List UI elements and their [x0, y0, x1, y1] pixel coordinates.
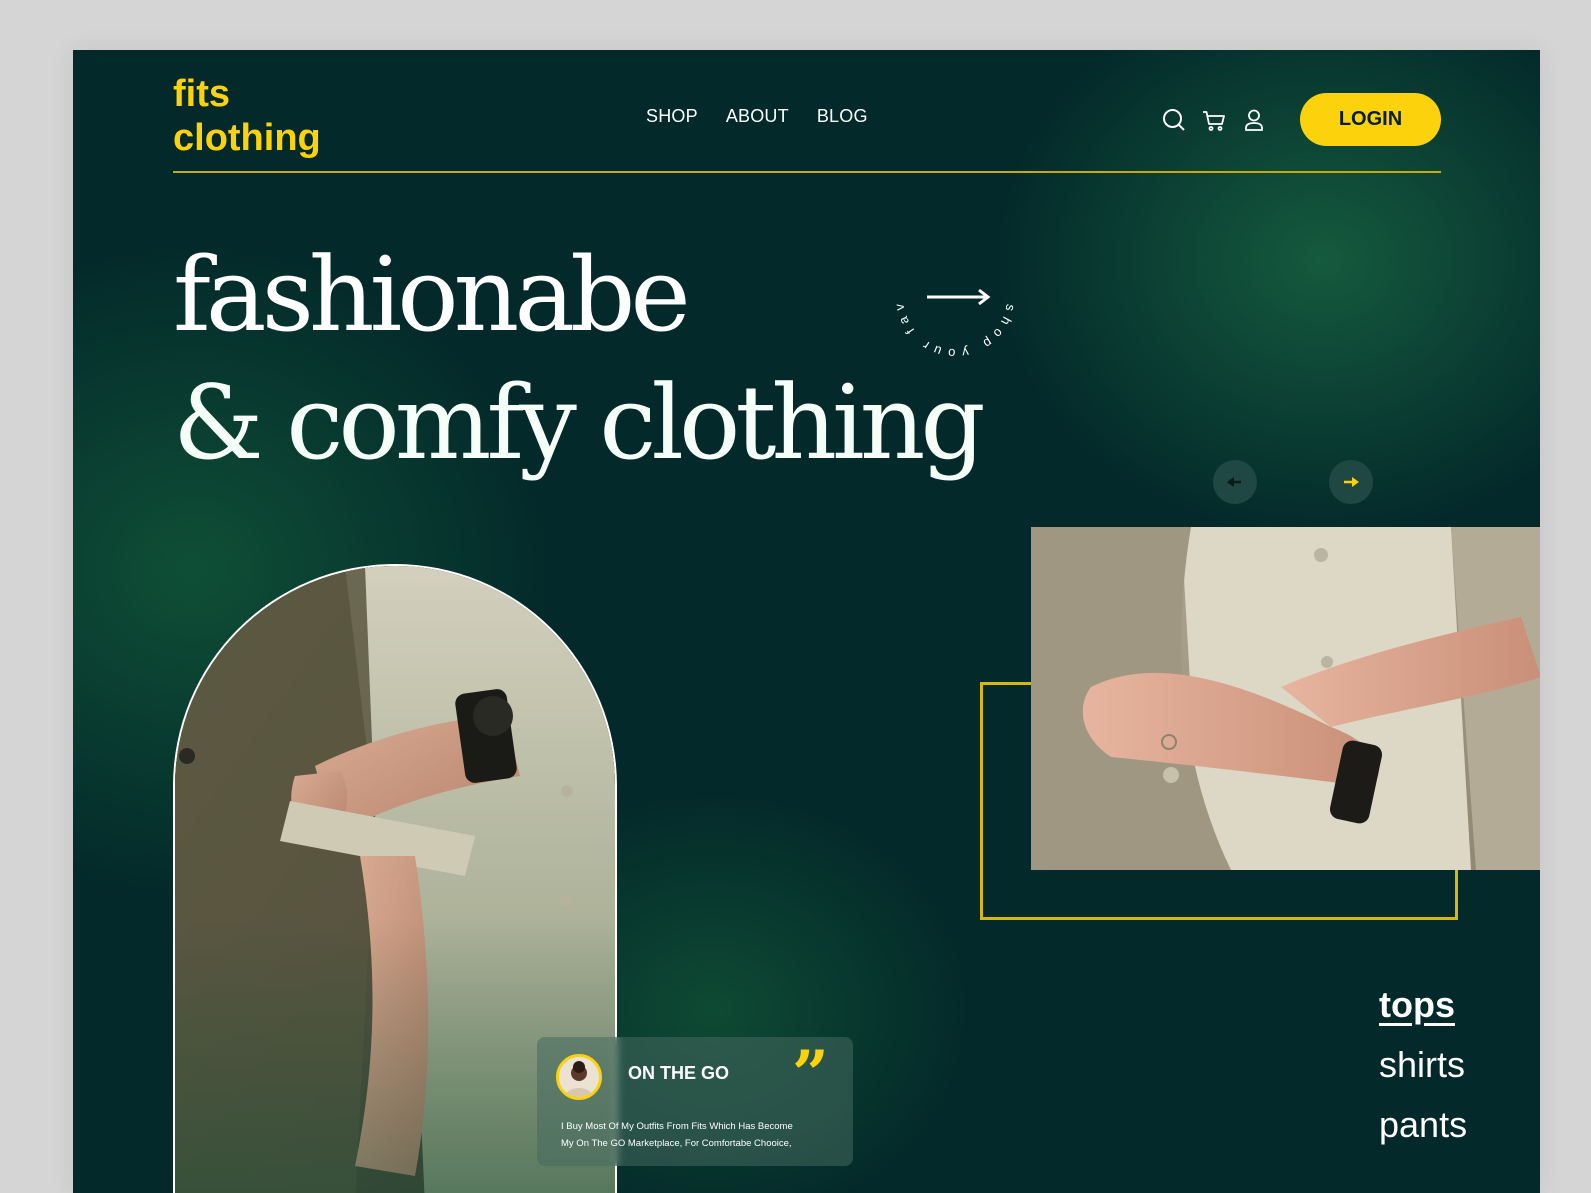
category-pants[interactable]: pants	[1379, 1095, 1467, 1155]
cart-icon[interactable]	[1201, 107, 1227, 133]
testimonial-title: ON THE GO	[628, 1063, 730, 1083]
brand-logo-line1: fits	[173, 73, 230, 115]
brand-logo[interactable]: fits clothing	[173, 72, 321, 160]
testimonial-body-line2: My On The GO Marketplace, For Comfortabe…	[561, 1138, 792, 1149]
category-list: tops shirts pants	[1379, 975, 1467, 1155]
login-button[interactable]: LOGIN	[1300, 93, 1441, 146]
nav-blog[interactable]: BLOG	[817, 106, 868, 127]
hero-headline: fashionabe & comfy clothing	[173, 232, 986, 488]
nav-about[interactable]: ABOUT	[726, 106, 789, 127]
slider-prev-button[interactable]	[1213, 460, 1257, 504]
category-shirts[interactable]: shirts	[1379, 1035, 1467, 1095]
brand-logo-line2: clothing	[173, 117, 321, 159]
hands-photo	[1031, 527, 1540, 870]
main-nav: SHOP ABOUT BLOG	[646, 106, 868, 127]
header-divider	[173, 171, 1441, 173]
shop-favourite-link[interactable]: shop your favourite	[886, 223, 1017, 361]
testimonial-body-line1: I Buy Most Of My Outfits From Fits Which…	[561, 1121, 793, 1132]
landing-page: fits clothing SHOP ABOUT BLOG LOGIN fash…	[73, 50, 1540, 1193]
testimonial-card: ON THE GO ” I Buy Most Of My Outfits Fro…	[537, 1037, 853, 1166]
user-icon[interactable]	[1241, 107, 1267, 133]
quote-icon: ”	[792, 1037, 829, 1112]
nav-shop[interactable]: SHOP	[646, 106, 698, 127]
category-tops[interactable]: tops	[1379, 975, 1467, 1035]
arrow-right-icon	[1344, 477, 1359, 487]
hero-headline-line1: fashionabe	[173, 236, 691, 355]
search-icon[interactable]	[1161, 107, 1187, 133]
hero-headline-line2: & comfy clothing	[173, 364, 986, 483]
avatar	[556, 1054, 602, 1100]
slider-next-button[interactable]	[1329, 460, 1373, 504]
arrow-left-icon	[1227, 477, 1241, 487]
testimonial-body: I Buy Most Of My Outfits From Fits Which…	[561, 1118, 831, 1152]
header-icons	[1161, 107, 1267, 133]
arrow-right-icon	[927, 288, 991, 306]
